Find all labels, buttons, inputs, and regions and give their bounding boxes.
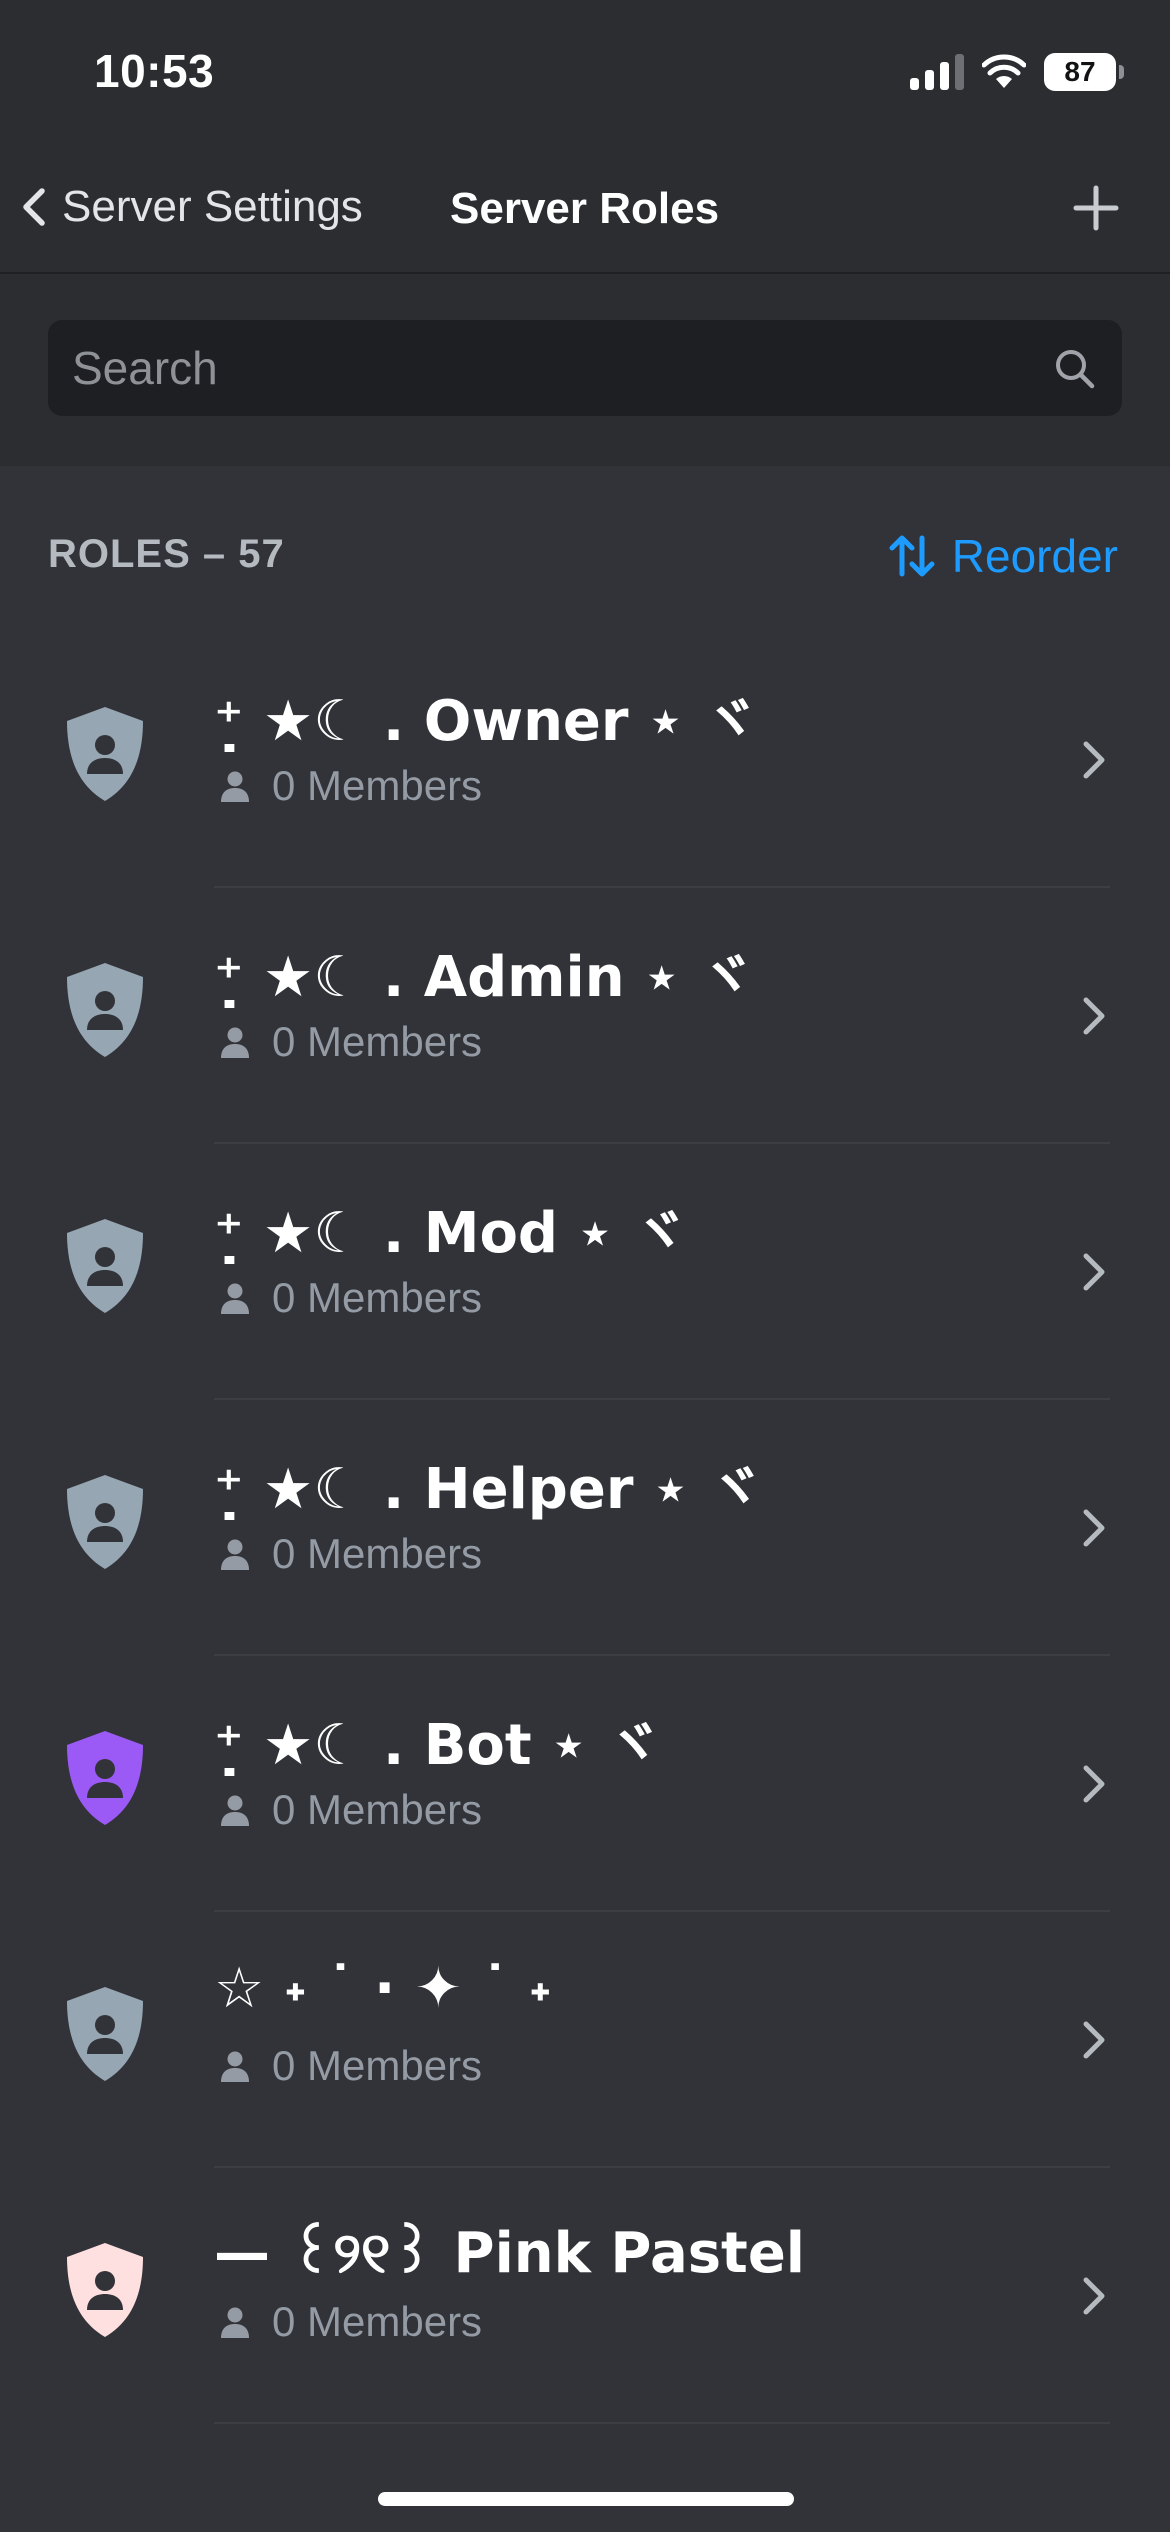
status-time: 10:53: [94, 45, 215, 97]
wifi-icon: [982, 54, 1026, 88]
role-member-count: 0 Members: [218, 1530, 482, 1578]
chevron-right-icon: [1083, 2277, 1105, 2315]
role-name: ⁺̣ ★☾ . Helper ⋆ ヾ: [214, 1457, 764, 1522]
role-name: ☆ ˖ ˙ · ✦ ˙ ˖: [214, 1956, 552, 2021]
member-count-label: 0 Members: [272, 1018, 483, 1065]
role-member-count: 0 Members: [218, 1786, 482, 1834]
chevron-left-icon: [23, 188, 45, 226]
chevron-right-icon: [1083, 2021, 1105, 2059]
role-row[interactable]: ⁺̣ ★☾ . Bot ⋆ ヾ 0 Members: [0, 1656, 1170, 1912]
role-list: ⁺̣ ★☾ . Owner ⋆ ヾ0 Members ⁺̣ ★☾ . Admin …: [0, 632, 1170, 2424]
status-icons: 87: [910, 52, 1124, 92]
chevron-right-icon: [1083, 997, 1105, 1035]
search-section: [0, 276, 1170, 466]
role-name: ⁺̣ ★☾ . Mod ⋆ ヾ: [214, 1201, 689, 1266]
member-count-label: 0 Members: [272, 762, 483, 809]
roles-count: ROLES – 57: [48, 532, 285, 576]
role-name: — ꒰୨୧꒱ Pink Pastel: [214, 2221, 806, 2286]
member-count-label: 0 Members: [272, 2042, 483, 2089]
row-divider: [214, 2422, 1110, 2424]
shield-person-icon: [67, 707, 143, 801]
role-member-count: 0 Members: [218, 762, 482, 810]
person-icon: [221, 1539, 249, 1570]
shield-person-icon: [67, 1731, 143, 1825]
person-icon: [221, 1283, 249, 1314]
chevron-right-icon: [1083, 741, 1105, 779]
person-icon: [221, 2051, 249, 2082]
role-name: ⁺̣ ★☾ . Bot ⋆ ヾ: [214, 1713, 662, 1778]
back-button-label: Server Settings: [62, 182, 363, 231]
role-row[interactable]: ⁺̣ ★☾ . Mod ⋆ ヾ 0 Members: [0, 1144, 1170, 1400]
add-role-button[interactable]: [1062, 174, 1130, 242]
shield-person-icon: [67, 2243, 143, 2337]
shield-person-icon: [67, 1987, 143, 2081]
battery-icon: 87: [1044, 53, 1124, 91]
member-count-label: 0 Members: [272, 1786, 483, 1833]
role-member-count: 0 Members: [218, 2298, 482, 2346]
search-icon: [1056, 350, 1095, 389]
role-member-count: 0 Members: [218, 2042, 482, 2090]
role-row[interactable]: ⁺̣ ★☾ . Owner ⋆ ヾ 0 Members: [0, 632, 1170, 888]
person-icon: [221, 771, 249, 802]
roles-list-area: ROLES – 57 Reorder ⁺̣ ★☾ . Owner ⋆ ヾ 0 Me…: [0, 466, 1170, 2532]
role-member-count: 0 Members: [218, 1274, 482, 1322]
person-icon: [221, 1795, 249, 1826]
home-indicator: [378, 2492, 794, 2506]
reorder-label: Reorder: [951, 530, 1118, 582]
shield-person-icon: [67, 1219, 143, 1313]
roles-section-header: ROLES – 57 Reorder: [0, 526, 1170, 596]
person-icon: [221, 2307, 249, 2338]
plus-icon: [1073, 185, 1119, 231]
person-icon: [221, 1027, 249, 1058]
status-bar: 10:53 87: [0, 0, 1170, 140]
page-title: Server Roles: [450, 184, 720, 233]
chevron-right-icon: [1083, 1253, 1105, 1291]
navigation-header: Server Settings Server Roles: [0, 140, 1170, 274]
shield-person-icon: [67, 963, 143, 1057]
reorder-button[interactable]: Reorder: [888, 526, 1118, 586]
role-member-count: 0 Members: [218, 1018, 482, 1066]
chevron-right-icon: [1083, 1765, 1105, 1803]
chevron-right-icon: [1083, 1509, 1105, 1547]
role-row[interactable]: ⁺̣ ★☾ . Helper ⋆ ヾ 0 Members: [0, 1400, 1170, 1656]
member-count-label: 0 Members: [272, 1274, 483, 1321]
battery-level: 87: [1064, 56, 1096, 87]
reorder-arrows-icon: [889, 535, 935, 577]
member-count-label: 0 Members: [272, 1530, 483, 1577]
server-roles-screen: 10:53 87 Server Settings Server Roles Se…: [0, 0, 1170, 2532]
search-box[interactable]: [48, 320, 1122, 416]
role-name: ⁺̣ ★☾ . Admin ⋆ ヾ: [214, 945, 755, 1010]
role-row[interactable]: ☆ ˖ ˙ · ✦ ˙ ˖ 0 Members: [0, 1912, 1170, 2168]
back-button[interactable]: Server Settings: [18, 172, 363, 242]
shield-person-icon: [67, 1475, 143, 1569]
role-row[interactable]: ⁺̣ ★☾ . Admin ⋆ ヾ 0 Members: [0, 888, 1170, 1144]
member-count-label: 0 Members: [272, 2298, 483, 2345]
role-name: ⁺̣ ★☾ . Owner ⋆ ヾ: [214, 689, 759, 754]
search-input[interactable]: [72, 320, 1022, 416]
cellular-signal-icon: [910, 54, 964, 90]
role-row[interactable]: — ꒰୨୧꒱ Pink Pastel 0 Members: [0, 2168, 1170, 2424]
